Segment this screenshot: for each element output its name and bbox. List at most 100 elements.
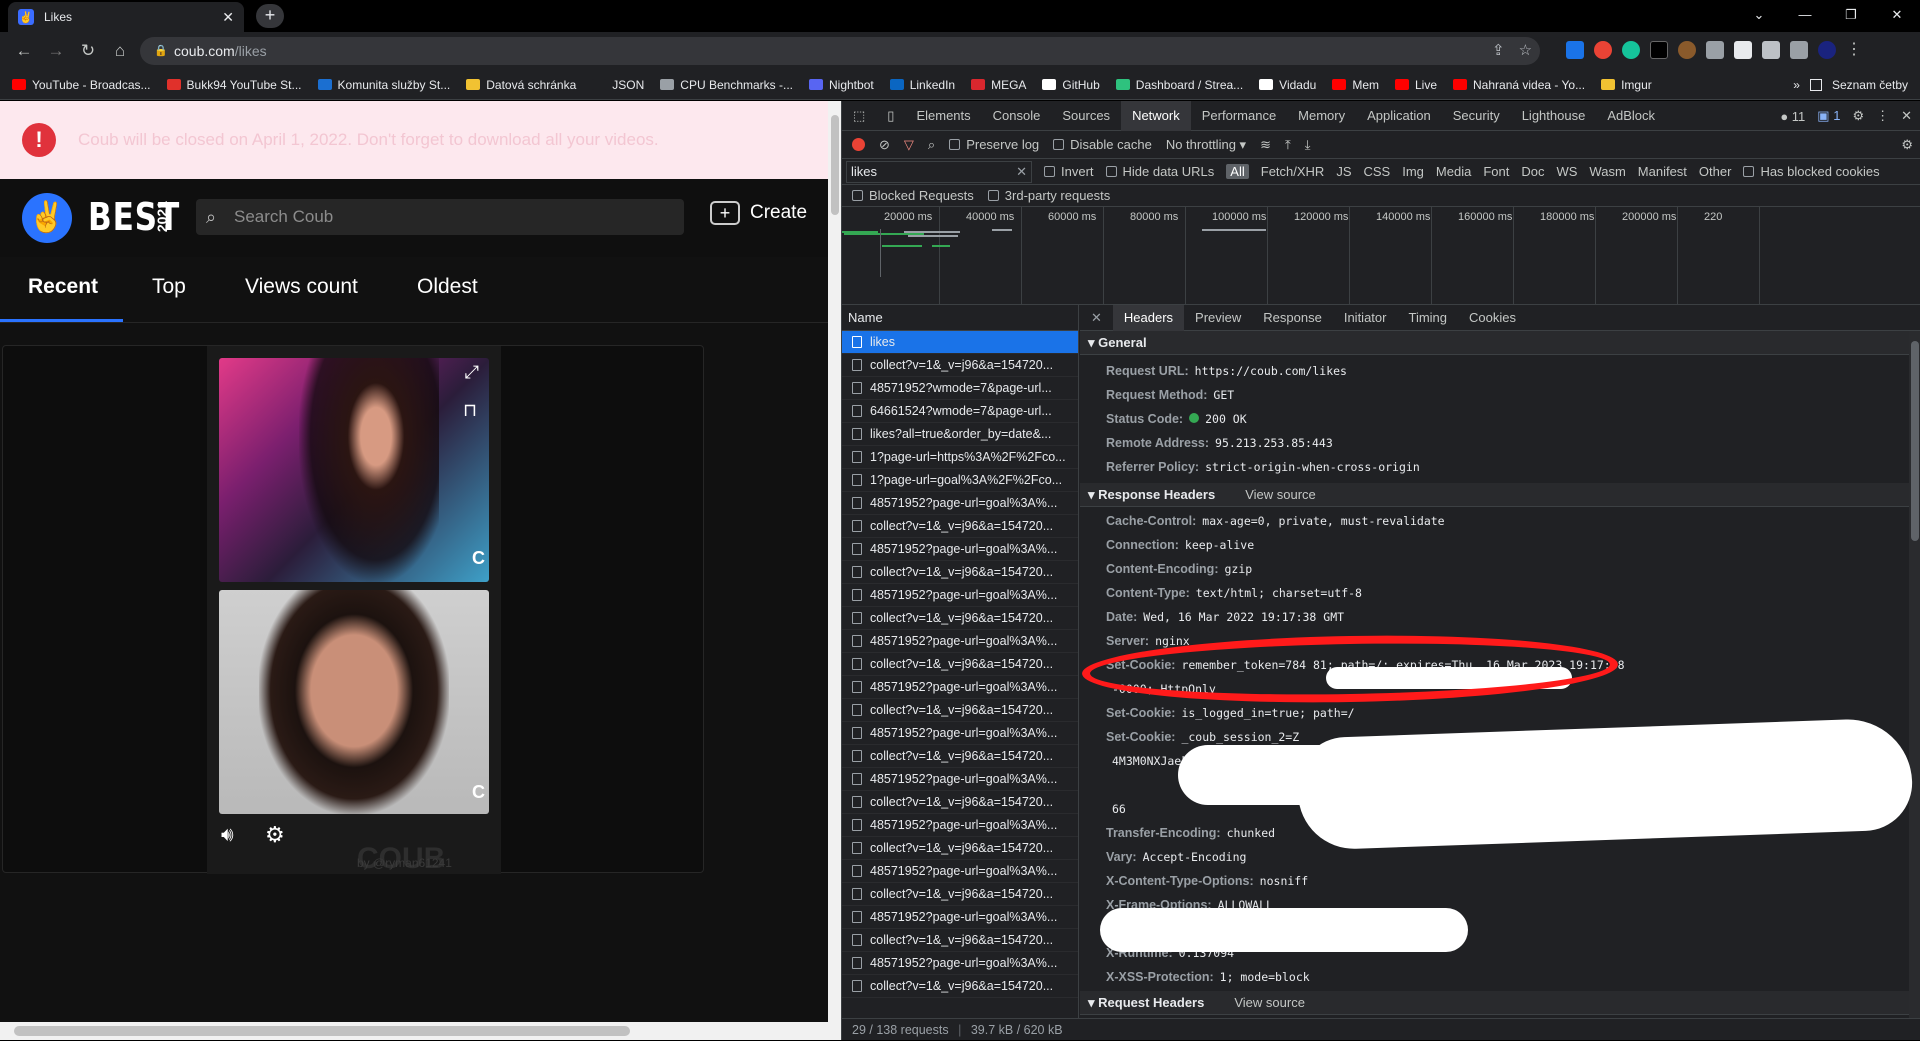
bookmark-item[interactable]: Datová schránka bbox=[466, 78, 576, 92]
request-row[interactable]: 48571952?page-url=goal%3A%... bbox=[842, 860, 1078, 883]
invert-checkbox[interactable]: Invert bbox=[1044, 164, 1094, 179]
address-bar[interactable]: 🔒 coub.com/likes bbox=[140, 37, 1540, 65]
request-row[interactable]: collect?v=1&_v=j96&a=154720... bbox=[842, 975, 1078, 998]
extension-6-icon[interactable] bbox=[1706, 41, 1724, 59]
type-filter-css[interactable]: CSS bbox=[1364, 164, 1391, 179]
request-row[interactable]: collect?v=1&_v=j96&a=154720... bbox=[842, 745, 1078, 768]
bookmark-item[interactable]: Imgur bbox=[1601, 78, 1652, 92]
request-row[interactable]: collect?v=1&_v=j96&a=154720... bbox=[842, 883, 1078, 906]
detail-tab-response[interactable]: Response bbox=[1252, 305, 1333, 331]
devtools-tab-adblock[interactable]: AdBlock bbox=[1596, 101, 1666, 131]
back-icon[interactable]: ← bbox=[8, 35, 40, 67]
minimize-icon[interactable]: — bbox=[1782, 0, 1828, 30]
media-control-icon[interactable] bbox=[1790, 41, 1808, 59]
preserve-log-checkbox[interactable]: Preserve log bbox=[949, 137, 1039, 152]
more-options-icon[interactable]: ⋮ bbox=[1876, 108, 1889, 124]
tab-search-icon[interactable]: ⌄ bbox=[1736, 0, 1782, 30]
bookmark-item[interactable]: Vidadu bbox=[1259, 78, 1316, 92]
device-toolbar-icon[interactable]: ▯ bbox=[876, 101, 905, 131]
request-row[interactable]: collect?v=1&_v=j96&a=154720... bbox=[842, 607, 1078, 630]
clear-filter-icon[interactable]: ✕ bbox=[1016, 162, 1027, 182]
scrollbar-thumb[interactable] bbox=[14, 1026, 630, 1036]
devtools-tab-console[interactable]: Console bbox=[982, 101, 1052, 131]
type-filter-all[interactable]: All bbox=[1226, 164, 1249, 179]
scrollbar-thumb[interactable] bbox=[831, 115, 839, 215]
throttling-select[interactable]: No throttling ▾ bbox=[1166, 137, 1246, 153]
type-filter-js[interactable]: JS bbox=[1336, 164, 1351, 179]
tab-views-count[interactable]: Views count bbox=[245, 275, 358, 299]
inspect-icon[interactable]: ⬚ bbox=[842, 101, 876, 131]
type-filter-img[interactable]: Img bbox=[1402, 164, 1424, 179]
bookmark-item[interactable]: LinkedIn bbox=[889, 78, 955, 92]
type-filter-manifest[interactable]: Manifest bbox=[1638, 164, 1687, 179]
bookmark-item[interactable]: YouTube - Broadcas... bbox=[12, 78, 151, 92]
request-row[interactable]: 48571952?page-url=goal%3A%... bbox=[842, 630, 1078, 653]
type-filter-fetchxhr[interactable]: Fetch/XHR bbox=[1261, 164, 1325, 179]
detail-tab-timing[interactable]: Timing bbox=[1397, 305, 1458, 331]
has-blocked-cookies-checkbox[interactable]: Has blocked cookies bbox=[1743, 164, 1880, 179]
settings-gear-icon[interactable]: ⚙ bbox=[265, 822, 285, 848]
browser-tab[interactable]: ✌ Likes ✕ bbox=[8, 2, 244, 32]
type-filter-doc[interactable]: Doc bbox=[1521, 164, 1544, 179]
request-row[interactable]: 48571952?page-url=goal%3A%... bbox=[842, 906, 1078, 929]
third-party-checkbox[interactable]: 3rd-party requests bbox=[987, 188, 1110, 203]
reload-icon[interactable]: ↻ bbox=[72, 35, 104, 67]
request-row[interactable]: 48571952?page-url=goal%3A%... bbox=[842, 814, 1078, 837]
devtools-tab-elements[interactable]: Elements bbox=[905, 101, 981, 131]
bookmark-item[interactable]: Live bbox=[1395, 78, 1437, 92]
request-row[interactable]: 48571952?page-url=goal%3A%... bbox=[842, 722, 1078, 745]
type-filter-font[interactable]: Font bbox=[1483, 164, 1509, 179]
grammarly-icon[interactable] bbox=[1622, 41, 1640, 59]
clear-icon[interactable]: ⊘ bbox=[879, 137, 890, 153]
detail-scrollbar[interactable] bbox=[1909, 331, 1920, 1018]
create-button[interactable]: + Create bbox=[710, 201, 807, 225]
request-row[interactable]: 48571952?page-url=goal%3A%... bbox=[842, 584, 1078, 607]
request-row[interactable]: likes?all=true&order_by=date&... bbox=[842, 423, 1078, 446]
extension-2-icon[interactable] bbox=[1594, 41, 1612, 59]
devtools-tab-application[interactable]: Application bbox=[1356, 101, 1442, 131]
wifi-icon[interactable]: ≋ bbox=[1260, 137, 1271, 153]
extensions-puzzle-icon[interactable] bbox=[1762, 41, 1780, 59]
page-horizontal-scrollbar[interactable] bbox=[0, 1022, 828, 1040]
request-row[interactable]: likes bbox=[842, 331, 1078, 354]
coub-search-input[interactable]: ⌕ Search Coub bbox=[196, 199, 684, 235]
request-row[interactable]: 1?page-url=goal%3A%2F%2Fco... bbox=[842, 469, 1078, 492]
forward-icon[interactable]: → bbox=[40, 35, 72, 67]
devtools-tab-network[interactable]: Network bbox=[1121, 100, 1191, 131]
bookmark-item[interactable]: GitHub bbox=[1042, 78, 1100, 92]
request-row[interactable]: 48571952?page-url=goal%3A%... bbox=[842, 676, 1078, 699]
extension-5-icon[interactable] bbox=[1678, 41, 1696, 59]
request-row[interactable]: collect?v=1&_v=j96&a=154720... bbox=[842, 837, 1078, 860]
bookmark-item[interactable]: JSON bbox=[592, 78, 644, 92]
import-har-icon[interactable]: ⤒ bbox=[1285, 137, 1291, 153]
request-row[interactable]: collect?v=1&_v=j96&a=154720... bbox=[842, 653, 1078, 676]
coub-video-player[interactable]: ⤢ ⊓ C C 🔊︎ ⚙ COUB by @ryman61241 bbox=[207, 346, 501, 874]
volume-icon[interactable]: 🔊︎ bbox=[221, 824, 234, 847]
request-row[interactable]: collect?v=1&_v=j96&a=154720... bbox=[842, 354, 1078, 377]
request-row[interactable]: 1?page-url=https%3A%2F%2Fco... bbox=[842, 446, 1078, 469]
view-source-link[interactable]: View source bbox=[1245, 487, 1316, 502]
export-har-icon[interactable]: ⤓ bbox=[1305, 137, 1311, 153]
filter-icon[interactable]: ▽ bbox=[904, 137, 914, 153]
hide-data-urls-checkbox[interactable]: Hide data URLs bbox=[1105, 164, 1214, 179]
bookmark-item[interactable]: Dashboard / Strea... bbox=[1115, 78, 1243, 92]
record-icon[interactable] bbox=[852, 138, 865, 151]
bookmark-item[interactable]: Bukk94 YouTube St... bbox=[166, 78, 302, 92]
reading-list-icon[interactable] bbox=[1809, 79, 1822, 91]
extension-7-icon[interactable] bbox=[1734, 41, 1752, 59]
devtools-tab-sources[interactable]: Sources bbox=[1051, 101, 1121, 131]
request-row[interactable]: collect?v=1&_v=j96&a=154720... bbox=[842, 791, 1078, 814]
close-devtools-icon[interactable]: ✕ bbox=[1901, 108, 1912, 124]
scrollbar-thumb[interactable] bbox=[1911, 341, 1919, 541]
new-tab-button[interactable]: + bbox=[256, 4, 284, 28]
close-tab-icon[interactable]: ✕ bbox=[222, 9, 234, 26]
general-section-header[interactable]: ▾ General bbox=[1080, 331, 1920, 355]
type-filter-wasm[interactable]: Wasm bbox=[1589, 164, 1625, 179]
request-row[interactable]: collect?v=1&_v=j96&a=154720... bbox=[842, 561, 1078, 584]
issues-badge[interactable]: ● 11 bbox=[1780, 109, 1805, 124]
request-row[interactable]: 48571952?page-url=goal%3A%... bbox=[842, 492, 1078, 515]
network-overview-timeline[interactable]: 20000 ms 40000 ms 60000 ms 80000 ms 100000 m… bbox=[842, 207, 1920, 305]
page-vertical-scrollbar[interactable] bbox=[828, 101, 841, 1040]
request-row[interactable]: 48571952?page-url=goal%3A%... bbox=[842, 768, 1078, 791]
bookmarks-more-button[interactable]: » bbox=[1793, 78, 1800, 92]
